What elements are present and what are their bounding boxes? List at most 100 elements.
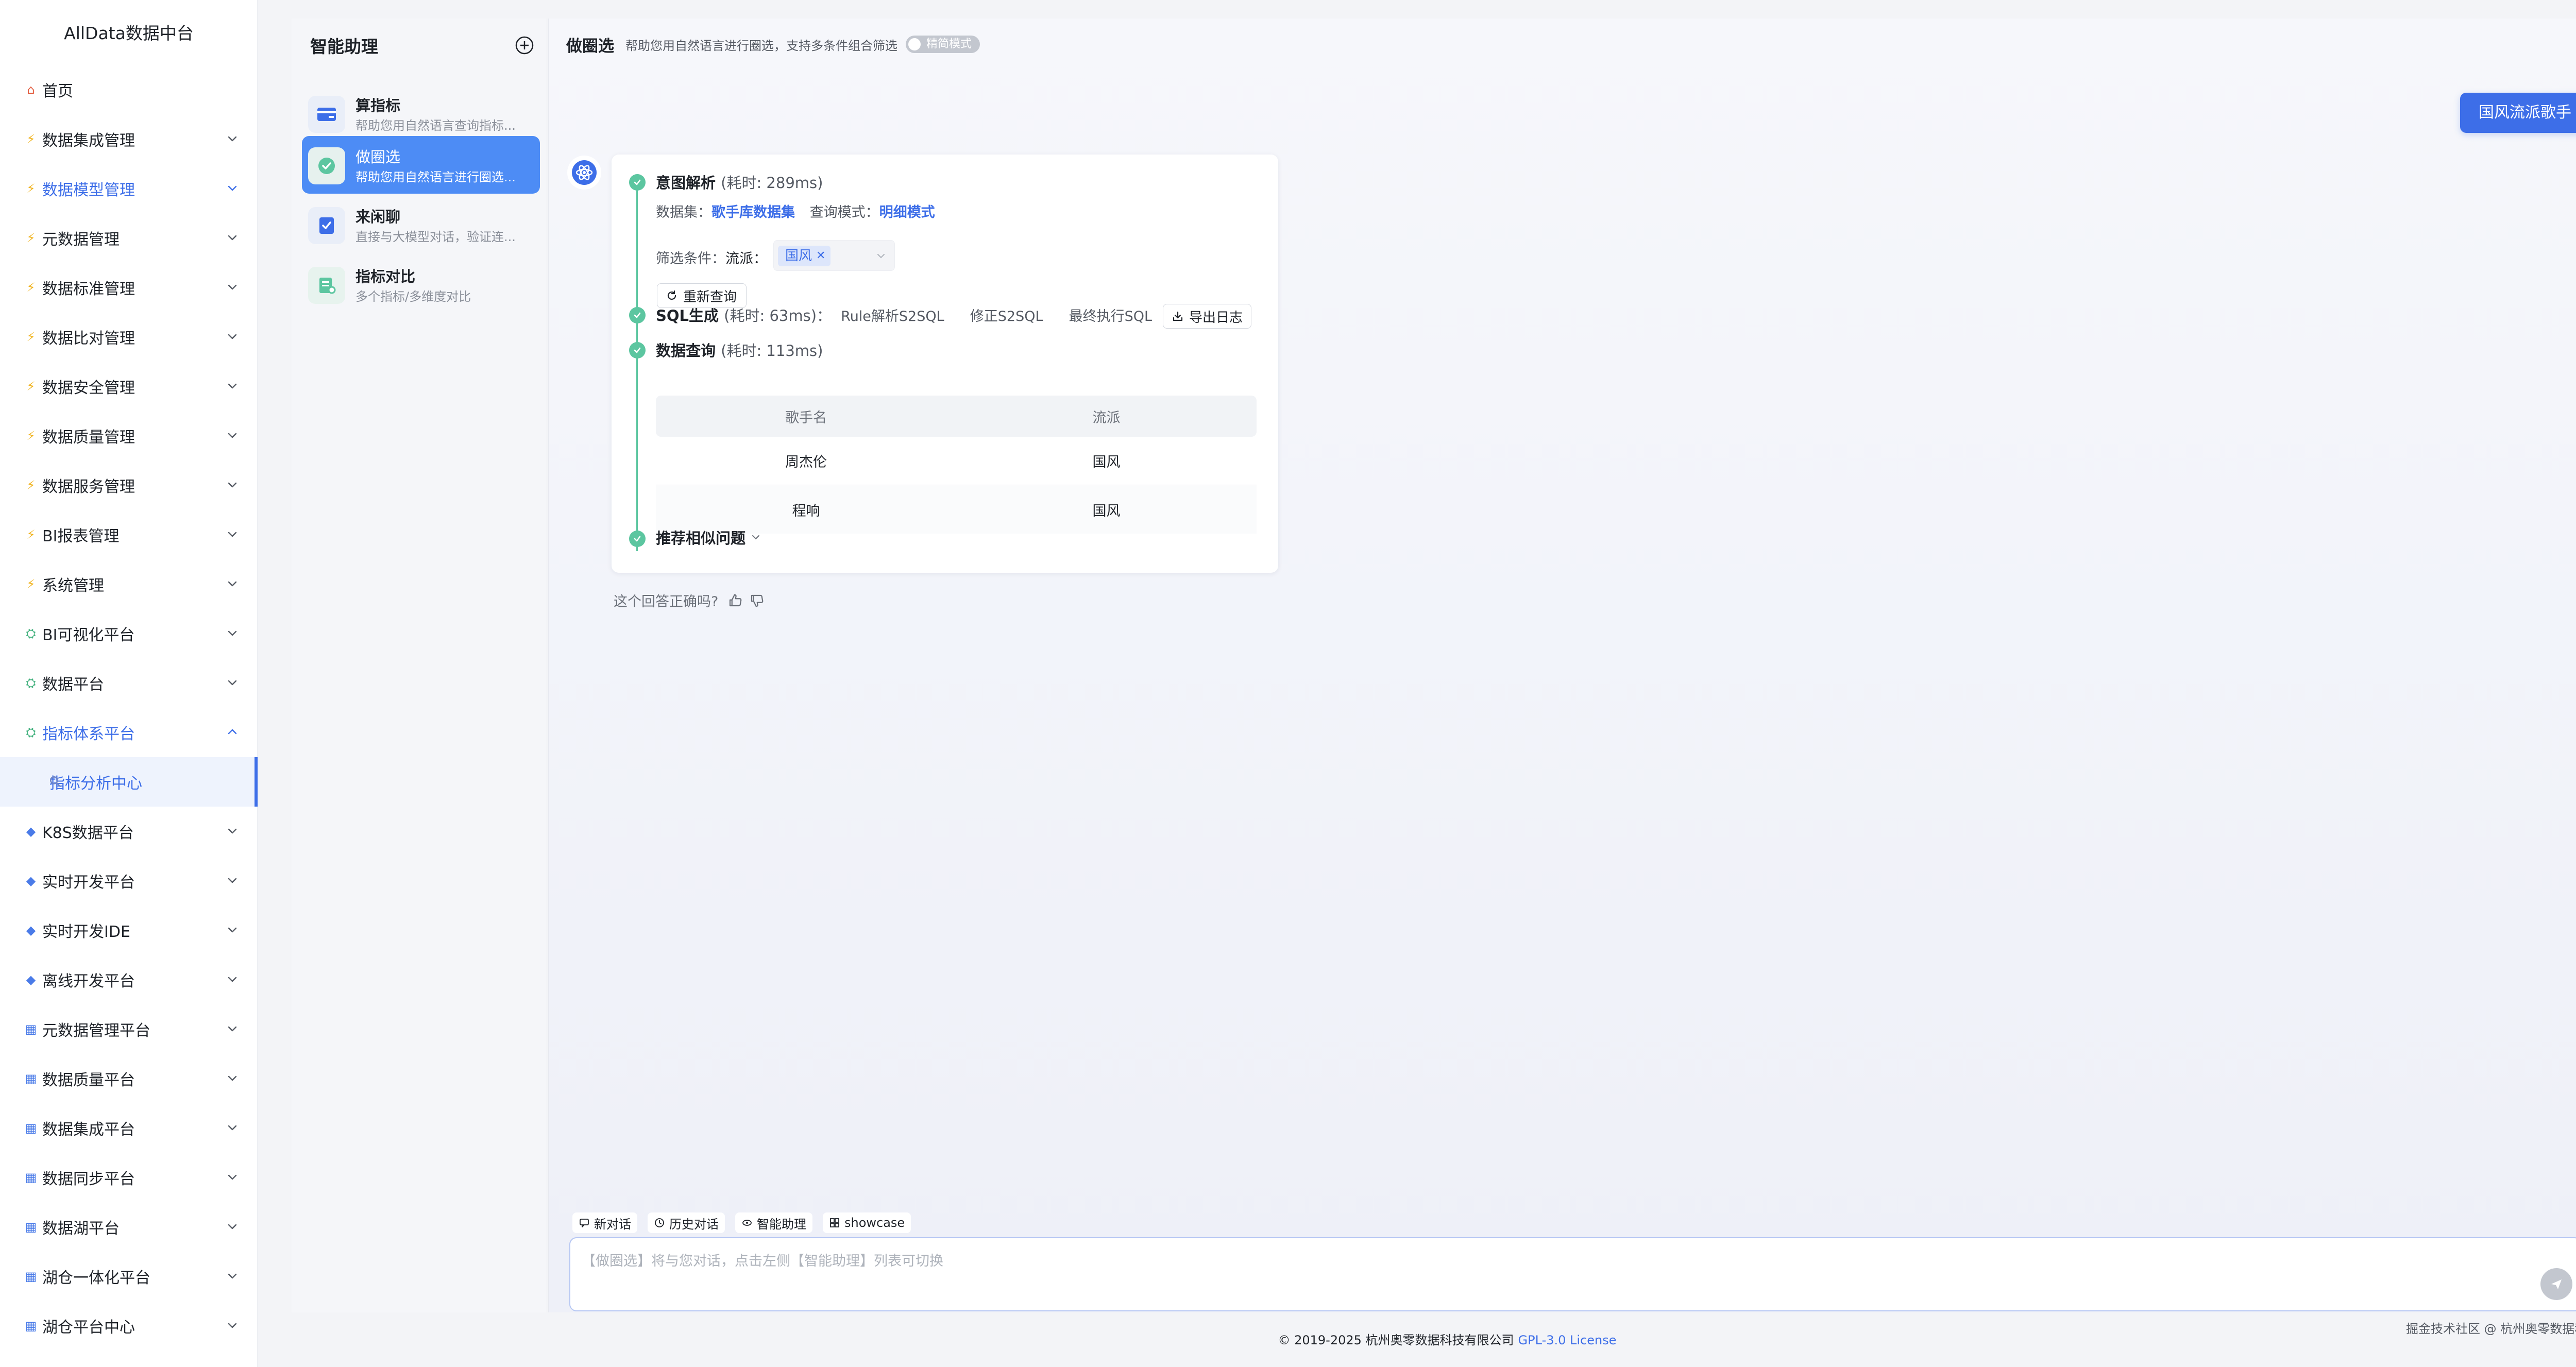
showcase-button[interactable]: showcase	[823, 1212, 911, 1233]
grid-icon: ▦	[25, 1319, 37, 1333]
sidebar-item-20[interactable]: ▦ 数据集成平台	[0, 1103, 258, 1153]
new-chat-button[interactable]: 新对话	[572, 1212, 637, 1233]
sql-cost: (耗时: 63ms)：	[724, 307, 832, 324]
sidebar-item-23[interactable]: ▦ 湖仓一体化平台	[0, 1252, 258, 1301]
chat-input[interactable]	[569, 1237, 2576, 1311]
chevron-down-icon	[226, 972, 239, 986]
table-cell: 周杰伦	[785, 454, 827, 470]
chevron-down-icon	[226, 1121, 239, 1134]
lightning-icon: ⚡	[26, 231, 36, 245]
sidebar-item-label: 元数据管理平台	[42, 1022, 150, 1040]
sidebar-item-21[interactable]: ▦ 数据同步平台	[0, 1153, 258, 1202]
sidebar-item-24[interactable]: ▦ 湖仓平台中心	[0, 1301, 258, 1351]
sidebar-item-5[interactable]: ⚡ 数据比对管理	[0, 312, 258, 362]
filter-select[interactable]: 国风 ✕	[773, 240, 895, 271]
rule-s2sql-link[interactable]: Rule解析S2SQL	[841, 309, 944, 324]
send-button[interactable]	[2540, 1268, 2572, 1300]
lightning-icon: ⚡	[26, 429, 36, 443]
assistant-item-selection[interactable]: 做圈选 帮助您用自然语言进行圈选...	[302, 136, 540, 194]
sidebar-item-22[interactable]: ▦ 数据湖平台	[0, 1202, 258, 1252]
sidebar-item-15[interactable]: ◆ 实时开发平台	[0, 856, 258, 905]
sidebar-item-13[interactable]: ⛭ 指标体系平台	[0, 708, 258, 757]
step-check-icon	[629, 307, 646, 323]
chevron-down-icon	[226, 874, 239, 887]
magnifier-icon	[49, 776, 61, 788]
sidebar-item-label: 湖仓平台中心	[42, 1319, 135, 1337]
simple-mode-toggle[interactable]: 精简模式	[906, 36, 980, 53]
home-icon: ⌂	[27, 82, 35, 97]
license-link[interactable]: GPL-3.0 License	[1518, 1333, 1617, 1347]
chevron-down-icon	[226, 1071, 239, 1085]
sidebar-item-7[interactable]: ⚡ 数据质量管理	[0, 411, 258, 460]
export-log-button[interactable]: 导出日志	[1163, 304, 1252, 329]
sidebar-item-4[interactable]: ⚡ 数据标准管理	[0, 263, 258, 312]
table-cell: 国风	[1092, 454, 1121, 470]
person-icon: ⛭	[26, 676, 36, 690]
query-mode-link[interactable]: 明细模式	[879, 204, 935, 220]
chevron-down-icon	[226, 1220, 239, 1233]
history-button[interactable]: 历史对话	[648, 1212, 725, 1233]
chevron-up-icon	[226, 725, 239, 739]
sidebar-item-label: 数据服务管理	[42, 478, 135, 496]
add-assistant-icon[interactable]	[514, 35, 535, 56]
sidebar-item-label: 数据质量平台	[42, 1071, 135, 1089]
sidebar-item-0[interactable]: ⌂ 首页	[0, 65, 258, 114]
chevron-down-icon	[226, 231, 239, 244]
chat-bubble-icon	[580, 1219, 589, 1227]
chevron-down-icon	[226, 379, 239, 392]
intent-cost: (耗时: 289ms)	[721, 174, 823, 192]
feedback-row: 这个回答正确吗?	[614, 590, 765, 610]
query-step-title: 数据查询 (耗时: 113ms)	[656, 339, 823, 361]
chevron-down-icon	[226, 1269, 239, 1283]
eye-icon	[742, 1220, 752, 1226]
history-label: 历史对话	[669, 1217, 719, 1232]
assistant-item-chat[interactable]: 来闲聊 直接与大模型对话，验证连...	[302, 196, 540, 253]
chevron-down-icon	[226, 676, 239, 689]
sidebar-item-17[interactable]: ◆ 离线开发平台	[0, 955, 258, 1004]
chevron-down-icon	[226, 429, 239, 442]
query-title: 数据查询	[656, 342, 716, 360]
assistant-item-desc: 帮助您用自然语言进行圈选...	[355, 170, 516, 184]
thumbs-up-icon[interactable]	[727, 593, 743, 608]
grid-icon: ▦	[25, 1220, 37, 1234]
assistant-item-compare[interactable]: 指标对比 多个指标/多维度对比	[302, 255, 540, 313]
sidebar-item-8[interactable]: ⚡ 数据服务管理	[0, 460, 258, 510]
column-header: 流派	[1092, 409, 1121, 426]
sidebar-item-9[interactable]: ⚡ BI报表管理	[0, 510, 258, 559]
fix-s2sql-link[interactable]: 修正S2SQL	[970, 309, 1043, 324]
sidebar-item-18[interactable]: ▦ 元数据管理平台	[0, 1004, 258, 1054]
assistant-item-desc: 帮助您用自然语言查询指标...	[355, 118, 516, 133]
lightning-icon: ⚡	[26, 478, 36, 492]
sidebar-item-2[interactable]: ⚡ 数据模型管理	[0, 164, 258, 213]
chevron-down-icon	[226, 280, 239, 294]
dataset-link[interactable]: 歌手库数据集	[711, 204, 795, 220]
sidebar-item-label: 实时开发IDE	[42, 923, 130, 941]
chat-toolbar: 新对话 历史对话 智能助理 showcase	[572, 1212, 911, 1233]
sidebar-item-3[interactable]: ⚡ 元数据管理	[0, 213, 258, 263]
sql-title: SQL生成	[656, 307, 719, 324]
sidebar-item-11[interactable]: ⛭ BI可视化平台	[0, 609, 258, 658]
sidebar-item-6[interactable]: ⚡ 数据安全管理	[0, 362, 258, 411]
assistant-item-metric[interactable]: 算指标 帮助您用自然语言查询指标...	[302, 84, 540, 142]
assistant-item-title: 算指标	[355, 97, 401, 114]
thumbs-down-icon[interactable]	[749, 593, 765, 608]
sidebar-item-label: 数据标准管理	[42, 280, 135, 298]
sidebar-item-16[interactable]: ◆ 实时开发IDE	[0, 905, 258, 955]
assistant-panel: 智能助理 算指标 帮助您用自然语言查询指标... 做圈选 帮助您用自然语言进行圈…	[292, 19, 546, 1312]
sidebar-item-10[interactable]: ⚡ 系统管理	[0, 559, 258, 609]
table-header: 歌手名 流派	[656, 396, 1257, 437]
assistant-button[interactable]: 智能助理	[735, 1212, 812, 1233]
close-icon[interactable]: ✕	[816, 246, 825, 266]
sidebar-item-12[interactable]: ⛭ 数据平台	[0, 658, 258, 708]
lightning-icon: ⚡	[26, 330, 36, 344]
sidebar-item-1[interactable]: ⚡ 数据集成管理	[0, 114, 258, 164]
similar-questions-toggle[interactable]: 推荐相似问题	[656, 526, 762, 548]
person-icon: ⛭	[26, 626, 36, 641]
sidebar-item-19[interactable]: ▦ 数据质量平台	[0, 1054, 258, 1103]
lightning-icon: ⚡	[26, 181, 36, 196]
corner-watermark-text: 掘金技术社区 @ 杭州奥零数据科技	[2406, 1322, 2576, 1336]
sidebar-item-14[interactable]: ◆ K8S数据平台	[0, 807, 258, 856]
final-sql-link[interactable]: 最终执行SQL	[1069, 309, 1152, 324]
sidebar-subitem-metric-analysis[interactable]: 指标分析中心	[0, 757, 258, 807]
table-row: 周杰伦 国风	[656, 437, 1257, 485]
